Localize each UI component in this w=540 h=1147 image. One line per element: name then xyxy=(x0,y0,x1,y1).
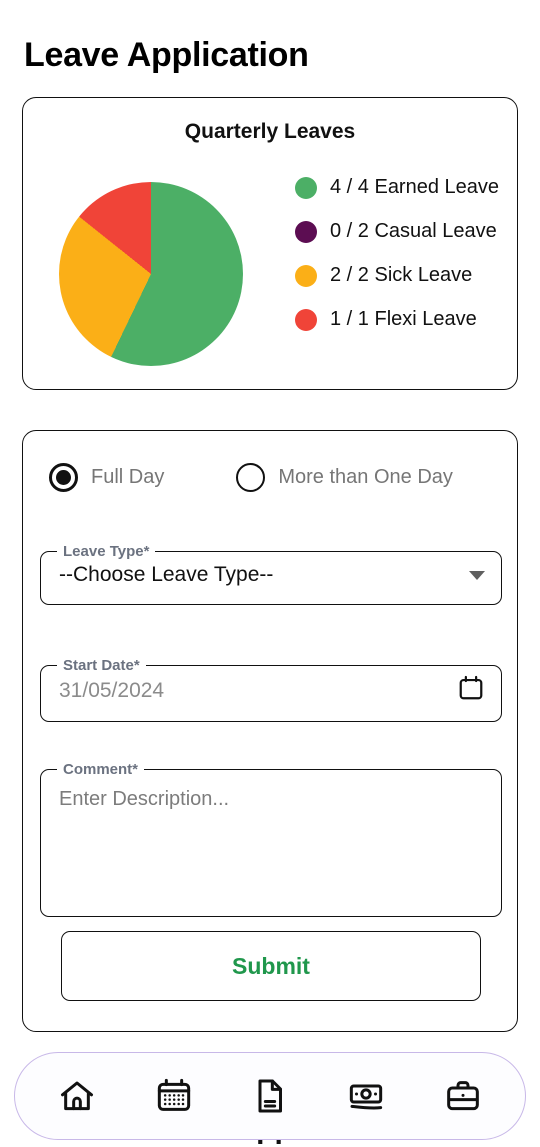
radio-more-than-one-day-label: More than One Day xyxy=(278,466,453,488)
start-date-value: 31/05/2024 xyxy=(59,678,165,702)
legend-color-dot xyxy=(295,176,317,199)
calendar-icon[interactable] xyxy=(457,674,485,707)
nav-item-calendar[interactable] xyxy=(143,1065,205,1127)
radio-selected-icon xyxy=(49,463,78,492)
leave-application-screen: Leave Application Quarterly Leaves 4 / 4… xyxy=(0,0,540,1147)
cash-icon xyxy=(346,1076,386,1116)
duration-radio-group: Full Day More than One Day xyxy=(49,463,453,492)
start-date-label: Start Date* xyxy=(63,657,140,674)
legend-item-label: 2 / 2 Sick Leave xyxy=(330,264,473,286)
nav-item-payroll[interactable] xyxy=(335,1065,397,1127)
legend-color-dot xyxy=(295,308,317,331)
nav-item-home[interactable] xyxy=(46,1065,108,1127)
legend-item-label: 0 / 2 Casual Leave xyxy=(330,220,497,242)
radio-more-than-one-day[interactable]: More than One Day xyxy=(236,463,453,492)
radio-unselected-icon xyxy=(236,463,266,492)
quarterly-leaves-card: Quarterly Leaves 4 / 4 Earned Leave 0 / 2… xyxy=(22,97,518,390)
leaves-pie-chart xyxy=(59,182,243,366)
start-date-field[interactable]: Start Date* 31/05/2024 xyxy=(40,657,502,722)
legend-item: 4 / 4 Earned Leave xyxy=(295,176,499,199)
bottom-navigation-bar xyxy=(14,1052,526,1140)
comment-placeholder: Enter Description... xyxy=(59,788,230,810)
nav-item-document[interactable] xyxy=(239,1065,301,1127)
calendar-icon xyxy=(154,1076,194,1116)
leave-type-value: --Choose Leave Type-- xyxy=(59,563,274,586)
legend-color-dot xyxy=(295,220,317,243)
leave-type-field[interactable]: Leave Type* --Choose Leave Type-- xyxy=(40,543,502,605)
legend-item: 0 / 2 Casual Leave xyxy=(295,220,499,243)
page-title: Leave Application xyxy=(24,36,309,74)
home-icon xyxy=(57,1076,97,1116)
comment-label: Comment* xyxy=(63,761,139,778)
briefcase-icon xyxy=(443,1076,483,1116)
chart-legend: 4 / 4 Earned Leave 0 / 2 Casual Leave 2 / … xyxy=(295,176,499,331)
leave-form-card: Full Day More than One Day Leave Type* -… xyxy=(22,430,518,1032)
radio-full-day[interactable]: Full Day xyxy=(49,463,164,492)
submit-button[interactable]: Submit xyxy=(61,931,481,1001)
chevron-down-icon[interactable] xyxy=(469,570,485,580)
nav-item-work[interactable] xyxy=(432,1065,494,1127)
leave-type-label: Leave Type* xyxy=(63,543,150,560)
legend-item-label: 4 / 4 Earned Leave xyxy=(330,176,500,198)
radio-full-day-label: Full Day xyxy=(91,466,165,488)
pie-slices xyxy=(59,182,243,366)
legend-item: 2 / 2 Sick Leave xyxy=(295,264,499,287)
legend-item-label: 1 / 1 Flexi Leave xyxy=(330,308,477,330)
comment-field[interactable]: Comment* Enter Description... xyxy=(40,761,502,917)
chart-title: Quarterly Leaves xyxy=(184,120,356,143)
legend-color-dot xyxy=(295,264,317,287)
legend-item: 1 / 1 Flexi Leave xyxy=(295,308,499,331)
submit-button-label: Submit xyxy=(232,952,310,979)
document-icon xyxy=(250,1076,290,1116)
